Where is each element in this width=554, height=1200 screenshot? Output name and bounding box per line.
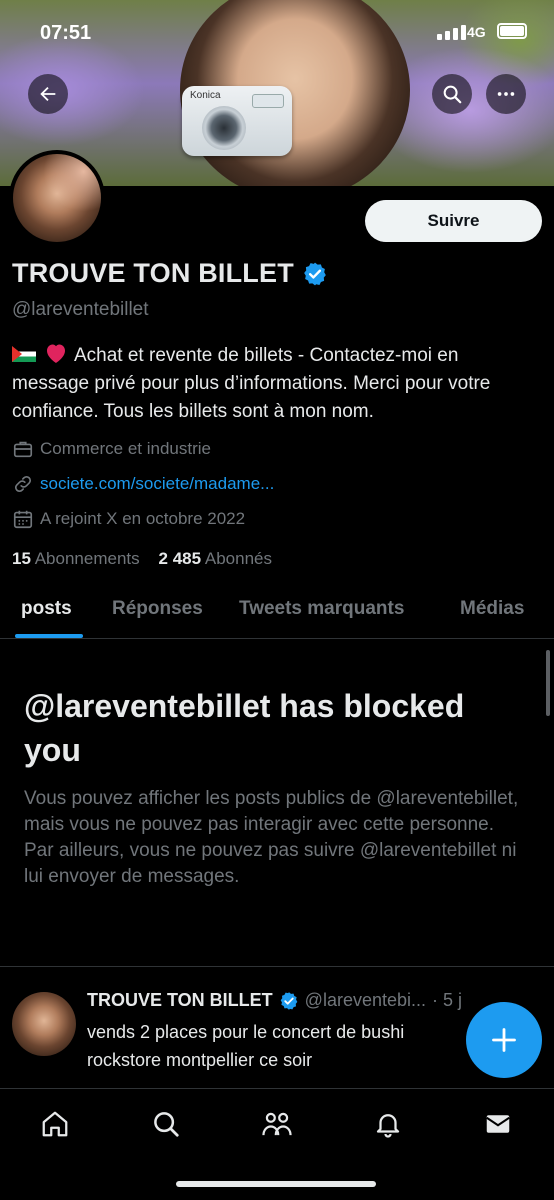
nav-messages[interactable]: [481, 1107, 515, 1141]
blocked-message: Vous pouvez afficher les posts publics d…: [24, 788, 519, 887]
palestine-flag-icon: [12, 346, 36, 362]
compose-button[interactable]: [466, 1002, 542, 1078]
tab-replies[interactable]: Réponses: [112, 598, 203, 620]
red-heart-icon: [47, 344, 65, 363]
status-time: 07:51: [40, 22, 92, 44]
nav-search[interactable]: [149, 1107, 183, 1141]
nav-notifications[interactable]: [371, 1107, 405, 1141]
profile-name: TROUVE TON BILLET: [12, 258, 294, 288]
link-icon: [14, 475, 32, 493]
home-indicator[interactable]: [176, 1181, 376, 1187]
profile-link-row: societe.com/societe/madame...: [12, 473, 274, 495]
profile-bio: Achat et revente de billets - Contactez-…: [12, 342, 532, 426]
followers-link[interactable]: 2 485 Abonnés: [159, 549, 272, 568]
plus-icon: [492, 1028, 516, 1052]
tab-posts[interactable]: posts: [21, 598, 72, 620]
tweet-handle: @lareventebi...: [304, 990, 427, 1010]
search-icon: [443, 85, 462, 104]
active-tab-indicator: [15, 634, 83, 638]
tweet-header: TROUVE TON BILLET @lareventebi... · 5 j: [87, 990, 537, 1011]
follow-counts: 15 Abonnements 2 485 Abonnés: [12, 549, 272, 569]
verified-badge-icon: [280, 991, 298, 1010]
envelope-icon: [486, 1115, 510, 1133]
profile-handle: @lareventebillet: [12, 299, 149, 320]
profile-tabs: posts Réponses Tweets marquants Médias: [0, 582, 554, 639]
banner-camera: Konica: [182, 86, 292, 156]
profile-category: Commerce et industrie: [12, 438, 211, 460]
category-text: Commerce et industrie: [40, 439, 212, 458]
camera-brand: Konica: [190, 90, 221, 101]
followers-count: 2 485: [158, 549, 202, 568]
profile-name-row: TROUVE TON BILLET: [12, 258, 328, 289]
verified-badge-icon[interactable]: [302, 261, 328, 287]
signal-icon: [437, 24, 466, 40]
nav-home[interactable]: [38, 1107, 72, 1141]
more-dots-icon: [497, 92, 515, 96]
tab-highlights[interactable]: Tweets marquants: [239, 598, 404, 620]
tweet-author[interactable]: TROUVE TON BILLET: [87, 990, 273, 1011]
bell-icon: [376, 1114, 400, 1138]
profile-avatar[interactable]: [9, 150, 105, 246]
communities-icon: [262, 1112, 292, 1136]
status-bar: 07:51 4G: [0, 0, 554, 60]
nav-communities[interactable]: [260, 1107, 294, 1141]
profile-joined: A rejoint X en octobre 2022: [12, 508, 245, 530]
followers-label: Abonnés: [204, 549, 272, 568]
divider: [0, 966, 554, 967]
search-button[interactable]: [432, 74, 472, 114]
tweet-avatar[interactable]: [12, 992, 76, 1056]
home-icon: [42, 1111, 68, 1137]
following-link[interactable]: 15 Abonnements: [12, 549, 140, 568]
back-button[interactable]: [28, 74, 68, 114]
briefcase-icon: [13, 441, 33, 458]
search-icon: [154, 1112, 179, 1137]
profile-link[interactable]: societe.com/societe/madame...: [40, 474, 274, 494]
blocked-title: @lareventebillet has blocked you: [24, 688, 465, 768]
following-label: Abonnements: [34, 549, 140, 568]
tweet-time: · 5 j: [432, 990, 463, 1010]
tweet-text: vends 2 places pour le concert de bushi …: [87, 1022, 405, 1070]
joined-text: A rejoint X en octobre 2022: [40, 509, 246, 528]
tab-media[interactable]: Médias: [460, 598, 524, 620]
network-type: 4G: [467, 24, 486, 40]
more-options-button[interactable]: [486, 74, 526, 114]
bio-text: Achat et revente de billets - Contactez-…: [12, 345, 491, 422]
calendar-icon: [13, 510, 33, 529]
follow-button[interactable]: Suivre: [365, 200, 542, 242]
arrow-left-icon: [40, 86, 56, 102]
scrollbar[interactable]: [546, 650, 550, 716]
following-count: 15: [12, 549, 31, 568]
battery-icon: [497, 23, 527, 39]
